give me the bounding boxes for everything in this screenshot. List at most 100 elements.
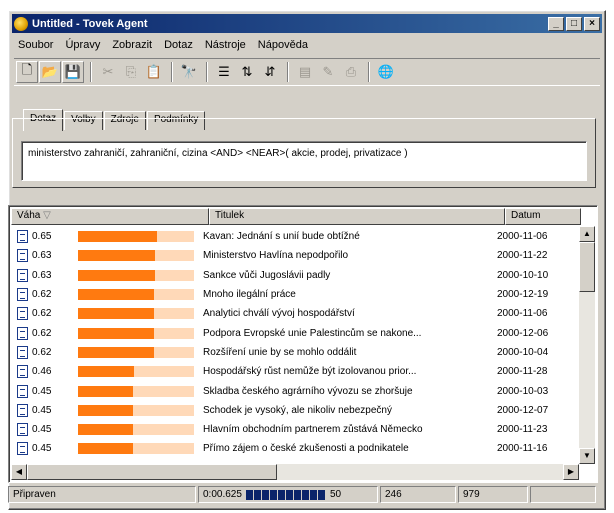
table-row[interactable]: 0.62 Rozšíření unie by se mohlo oddálit 20… (11, 343, 579, 362)
copy-icon[interactable]: ⎘ (120, 61, 142, 83)
weight-bar (78, 289, 194, 301)
row-weight: 0.45 (32, 424, 52, 436)
toolbar-separator (90, 62, 92, 82)
weight-bar (78, 269, 194, 281)
result-rows: 0.65 Kavan: Jednání s unií bude obtížné 20… (11, 227, 579, 459)
row-weight: 0.62 (32, 327, 52, 339)
document-icon (17, 249, 28, 263)
weight-bar (78, 424, 194, 436)
open-folder-icon[interactable]: 📂 (39, 61, 61, 83)
status-time: 0:00.625 (203, 489, 242, 500)
weight-bar (78, 366, 194, 378)
find-icon[interactable]: 🔭 (178, 61, 200, 83)
scroll-up-button[interactable]: ▲ (579, 226, 595, 242)
save-icon[interactable]: 💾 (62, 61, 84, 83)
document-icon (17, 230, 28, 244)
window-title: Untitled - Tovek Agent (32, 17, 148, 30)
vertical-scrollbar[interactable]: ▲ ▼ (579, 226, 595, 464)
row-date: 2000-12-06 (497, 327, 549, 339)
row-date: 2000-12-19 (497, 289, 549, 301)
weight-bar (78, 443, 194, 455)
table-row[interactable]: 0.63 Ministerstvo Havlína nepodpořilo 2000… (11, 246, 579, 265)
toolbar-separator (171, 62, 173, 82)
scroll-left-button[interactable]: ◀ (11, 464, 27, 480)
weight-bar (78, 385, 194, 397)
vertical-scroll-thumb[interactable] (579, 242, 595, 292)
list-view-icon[interactable]: ☰ (213, 61, 235, 83)
table-row[interactable]: 0.45 Skladba českého agrárního vývozu se … (11, 381, 579, 400)
scroll-right-button[interactable]: ▶ (563, 464, 579, 480)
row-title: Mnoho ilegální práce (203, 289, 296, 301)
close-button[interactable]: × (584, 16, 600, 31)
status-total: 979 (458, 486, 528, 503)
status-progress-value: 50 (329, 489, 342, 500)
row-date: 2000-10-04 (497, 346, 549, 358)
table-row[interactable]: 0.65 Kavan: Jednání s unií bude obtížné 20… (11, 227, 579, 246)
menu-item-4[interactable]: Nástroje (199, 39, 252, 51)
weight-bar-fill (78, 385, 133, 397)
horizontal-scroll-thumb[interactable] (27, 464, 277, 480)
list-header: Váha ▽ Titulek Datum (11, 208, 581, 225)
row-title: Hlavním obchodním partnerem zůstává Něme… (203, 424, 423, 436)
row-weight: 0.45 (32, 404, 52, 416)
menu-item-1[interactable]: Úpravy (59, 39, 106, 51)
row-title: Hospodářský růst nemůže být izolovanou p… (203, 366, 417, 378)
doc-view-icon[interactable]: ▤ (294, 61, 316, 83)
new-file-icon[interactable]: 🗋 (16, 61, 38, 83)
row-date: 2000-10-03 (497, 385, 549, 397)
globe-icon[interactable]: 🌐 (375, 61, 397, 83)
table-row[interactable]: 0.62 Analytici chválí vývoj hospodářství 2… (11, 304, 579, 323)
table-row[interactable]: 0.46 Hospodářský růst nemůže být izolovan… (11, 362, 579, 381)
row-date: 2000-11-22 (497, 250, 548, 262)
weight-bar-fill (78, 346, 154, 358)
filter-icon[interactable]: ⇵ (259, 61, 281, 83)
weight-bar (78, 308, 194, 320)
maximize-button[interactable]: □ (566, 16, 582, 31)
weight-bar-fill (78, 308, 154, 320)
table-row[interactable]: 0.45 Hlavním obchodním partnerem zůstává … (11, 420, 579, 439)
table-row[interactable]: 0.45 Schodek je vysoký, ale nikoliv nebez… (11, 401, 579, 420)
minimize-button[interactable]: _ (548, 16, 564, 31)
table-row[interactable]: 0.45 Přímo zájem o české zkušenosti a pod… (11, 439, 579, 458)
document-icon (17, 288, 28, 302)
paste-icon[interactable]: 📋 (143, 61, 165, 83)
status-bar: Připraven 0:00.625 50 246 979 (8, 486, 598, 504)
row-weight: 0.45 (32, 443, 52, 455)
weight-bar (78, 346, 194, 358)
toolbar-separator (287, 62, 289, 82)
row-weight: 0.46 (32, 366, 52, 378)
cut-icon[interactable]: ✂ (97, 61, 119, 83)
row-title: Sankce vůči Jugoslávii padly (203, 269, 331, 281)
menu-item-2[interactable]: Zobrazit (106, 39, 158, 51)
document-icon (17, 403, 28, 417)
sort-arrow-icon: ▽ (43, 210, 51, 221)
table-row[interactable]: 0.62 Mnoho ilegální práce 2000-12-19 (11, 285, 579, 304)
horizontal-scrollbar[interactable]: ◀ ▶ (11, 464, 579, 480)
weight-bar-fill (78, 366, 135, 378)
print-icon[interactable]: ⎙ (340, 61, 362, 83)
status-progress: 0:00.625 50 (198, 486, 378, 503)
column-header-date[interactable]: Datum (505, 208, 581, 225)
toolbar-separator (368, 62, 370, 82)
column-header-weight[interactable]: Váha ▽ (11, 208, 209, 225)
row-weight: 0.62 (32, 289, 52, 301)
toolbar: 🗋 📂 💾 ✂ ⎘ 📋 🔭 ☰ ⇅ ⇵ ▤ ✎ ⎙ 🌐 (14, 58, 600, 86)
table-row[interactable]: 0.63 Sankce vůči Jugoslávii padly 2000-10-… (11, 266, 579, 285)
table-row[interactable]: 0.62 Podpora Evropské unie Palestincům se… (11, 323, 579, 342)
status-state: Připraven (8, 486, 196, 503)
scroll-down-button[interactable]: ▼ (579, 448, 595, 464)
menu-item-5[interactable]: Nápověda (252, 39, 314, 51)
menu-item-0[interactable]: Soubor (12, 39, 59, 51)
weight-bar-fill (78, 327, 154, 339)
row-date: 2000-11-28 (497, 366, 548, 378)
edit-doc-icon[interactable]: ✎ (317, 61, 339, 83)
weight-bar (78, 231, 194, 243)
sort-icon[interactable]: ⇅ (236, 61, 258, 83)
column-header-title[interactable]: Titulek (209, 208, 505, 225)
document-icon (17, 307, 28, 321)
document-icon (17, 365, 28, 379)
menu-item-3[interactable]: Dotaz (158, 39, 199, 51)
document-icon (17, 268, 28, 282)
query-input[interactable]: ministerstvo zahraničí, zahraniční, cizi… (21, 141, 587, 181)
row-title: Skladba českého agrárního vývozu se zhor… (203, 385, 413, 397)
